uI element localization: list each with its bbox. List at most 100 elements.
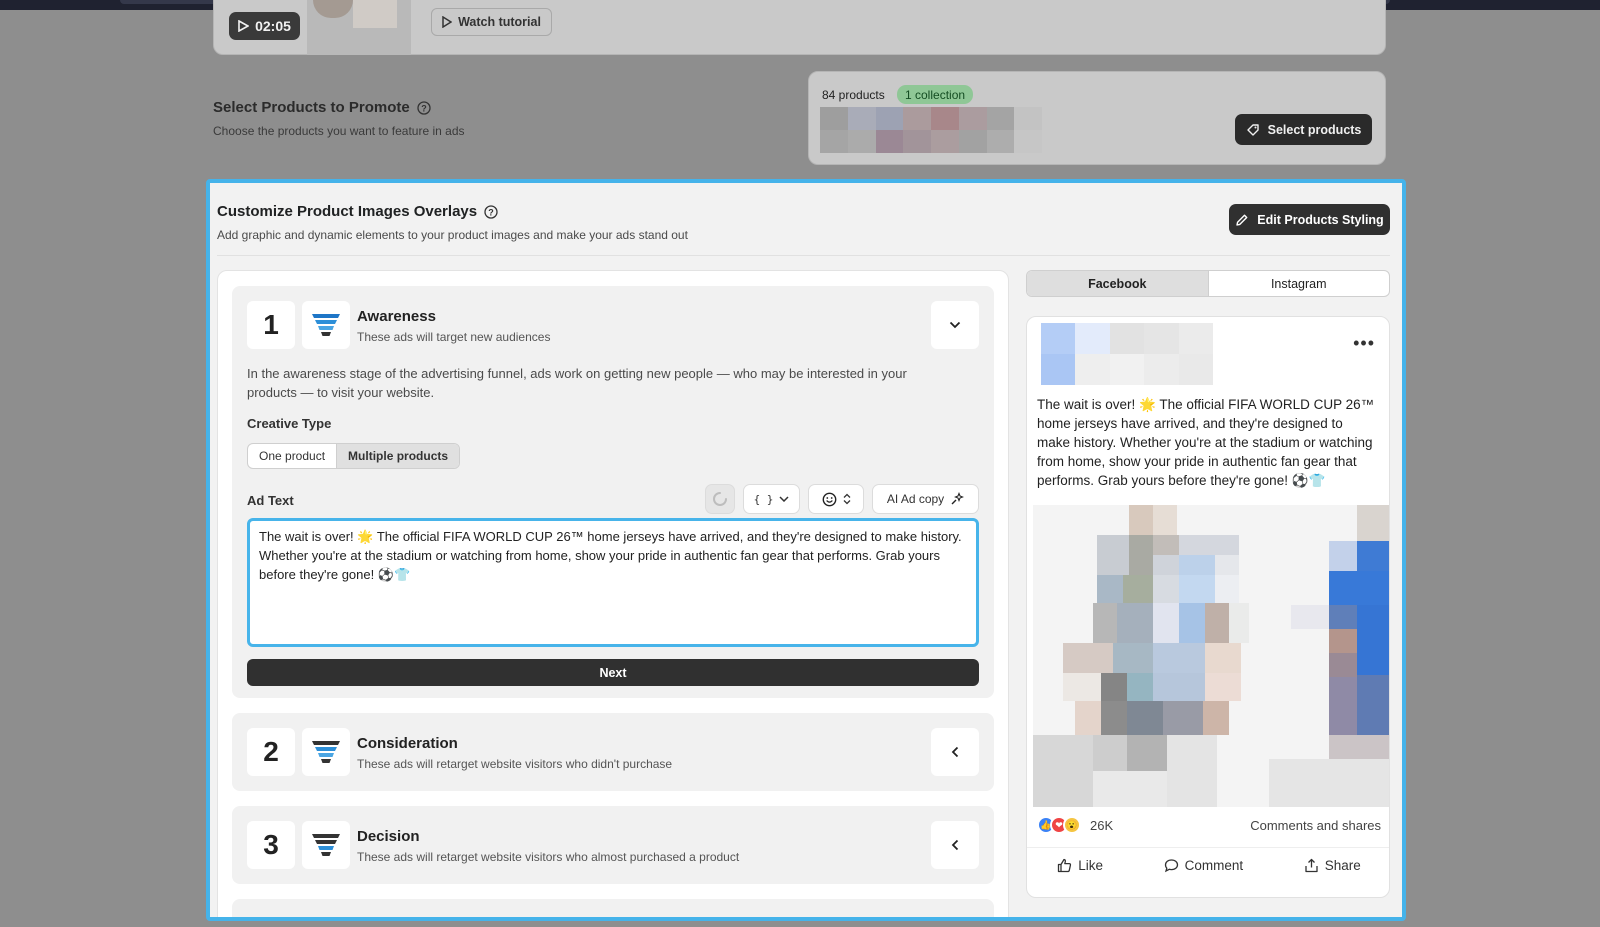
logo-tile — [1109, 323, 1145, 354]
overlays-title: Customize Product Images Overlays ? — [217, 203, 498, 220]
share-action[interactable]: Share — [1304, 858, 1361, 873]
image-tile — [1101, 673, 1127, 701]
image-tile — [1291, 605, 1329, 629]
image-tile — [1117, 603, 1153, 643]
comments-shares-link[interactable]: Comments and shares — [1250, 818, 1381, 833]
image-tile — [1153, 643, 1205, 673]
image-tile — [1153, 535, 1179, 555]
thumb-tile — [903, 107, 932, 130]
image-tile — [1129, 505, 1153, 535]
thumbnail-shape — [353, 0, 397, 28]
thumb-tile — [820, 130, 848, 153]
tutorial-thumbnail[interactable] — [307, 0, 411, 55]
image-tile — [1269, 759, 1389, 807]
select-products-button[interactable]: Select products — [1235, 114, 1372, 145]
image-tile — [1097, 575, 1123, 603]
thumbs-up-icon — [1058, 858, 1072, 873]
thumb-tile — [931, 107, 959, 130]
ai-ad-copy-button[interactable]: AI Ad copy — [872, 484, 979, 514]
image-tile — [1093, 603, 1117, 643]
image-tile — [1101, 701, 1127, 735]
image-tile — [1203, 701, 1229, 735]
edit-products-styling-label: Edit Products Styling — [1257, 212, 1384, 227]
expand-stage-button[interactable] — [931, 821, 979, 869]
creative-option-one-product[interactable]: One product — [248, 444, 336, 468]
post-text: The wait is over! 🌟 The official FIFA WO… — [1037, 397, 1375, 488]
image-tile — [1329, 735, 1389, 759]
help-icon[interactable]: ? — [417, 100, 431, 115]
pencil-icon — [1236, 214, 1248, 226]
video-timer-badge[interactable]: 02:05 — [229, 12, 300, 40]
like-action[interactable]: Like — [1057, 858, 1103, 873]
funnel-icon — [302, 728, 350, 776]
emoji-picker-button[interactable] — [808, 484, 864, 514]
image-tile — [1033, 735, 1093, 807]
chevron-left-icon — [951, 746, 959, 758]
platform-tabs: Facebook Instagram — [1026, 270, 1390, 297]
reactions-bar[interactable]: 👍 ❤ 😮 26K Comments and shares — [1037, 813, 1381, 837]
select-products-label: Select products — [1267, 122, 1362, 137]
chevron-down-icon — [949, 321, 961, 329]
tab-instagram[interactable]: Instagram — [1209, 271, 1390, 296]
comment-action[interactable]: Comment — [1164, 858, 1243, 873]
stage-decision[interactable]: 3 Decision These ads will retarget websi… — [232, 806, 994, 884]
awareness-description: In the awareness stage of the advertisin… — [247, 366, 907, 400]
share-icon — [1305, 858, 1318, 873]
overlays-title-text: Customize Product Images Overlays — [217, 203, 478, 220]
svg-text:?: ? — [488, 207, 494, 217]
thumb-tile — [875, 130, 904, 153]
product-image — [1033, 505, 1389, 807]
thumb-tile — [1042, 107, 1070, 130]
stage-next-partial — [232, 899, 994, 917]
variables-dropdown[interactable]: { } — [743, 484, 800, 514]
ad-text-input[interactable]: The wait is over! 🌟 The official FIFA WO… — [247, 518, 979, 647]
expand-stage-button[interactable] — [931, 728, 979, 776]
creative-option-multiple-products[interactable]: Multiple products — [336, 444, 460, 468]
divider — [217, 255, 1390, 256]
thumb-tile — [875, 107, 904, 130]
edit-products-styling-button[interactable]: Edit Products Styling — [1229, 204, 1390, 235]
thumb-tile — [820, 107, 848, 130]
thumb-tile — [931, 130, 959, 153]
image-tile — [1229, 603, 1249, 643]
more-options-icon[interactable]: ••• — [1353, 333, 1375, 354]
stage-subtitle: These ads will target new audiences — [357, 330, 551, 344]
logo-tile — [1109, 354, 1145, 385]
image-tile — [1075, 701, 1101, 735]
image-tile — [1215, 575, 1239, 603]
loading-spinner-icon — [713, 492, 727, 506]
ad-text-label: Ad Text — [247, 493, 294, 508]
brand-logo — [1041, 323, 1213, 385]
logo-tile — [1178, 354, 1213, 385]
image-tile — [1153, 505, 1177, 535]
image-tile — [1163, 701, 1203, 735]
image-tile — [1063, 643, 1113, 673]
image-tile — [1129, 535, 1153, 575]
stage-subtitle: These ads will retarget website visitors… — [357, 757, 673, 771]
image-tile — [1153, 603, 1179, 643]
stage-consideration[interactable]: 2 Consideration These ads will retarget … — [232, 713, 994, 791]
stage-title: Decision — [357, 828, 420, 845]
stage-title: Awareness — [357, 308, 436, 325]
logo-tile — [1041, 323, 1076, 354]
image-tile — [1179, 575, 1215, 603]
image-tile — [1063, 673, 1101, 701]
facebook-ad-preview: ••• The wait is over! 🌟 The official FIF… — [1026, 316, 1390, 898]
funnel-icon — [302, 821, 350, 869]
video-timer: 02:05 — [255, 18, 291, 34]
help-icon[interactable]: ? — [484, 204, 498, 219]
collapse-stage-button[interactable] — [931, 301, 979, 349]
image-tile — [1153, 673, 1205, 701]
regenerate-button[interactable] — [705, 484, 735, 514]
logo-tile — [1075, 354, 1110, 385]
logo-tile — [1178, 323, 1213, 354]
watch-tutorial-button[interactable]: Watch tutorial — [431, 8, 552, 36]
post-actions: Like Comment Share — [1027, 847, 1389, 883]
watch-tutorial-label: Watch tutorial — [458, 15, 541, 29]
next-button[interactable]: Next — [247, 659, 979, 686]
wow-reaction-icon: 😮 — [1063, 816, 1081, 834]
stage-title: Consideration — [357, 735, 458, 752]
image-tile — [1329, 629, 1357, 653]
tab-facebook[interactable]: Facebook — [1027, 271, 1209, 296]
ai-ad-copy-label: AI Ad copy — [886, 492, 945, 506]
